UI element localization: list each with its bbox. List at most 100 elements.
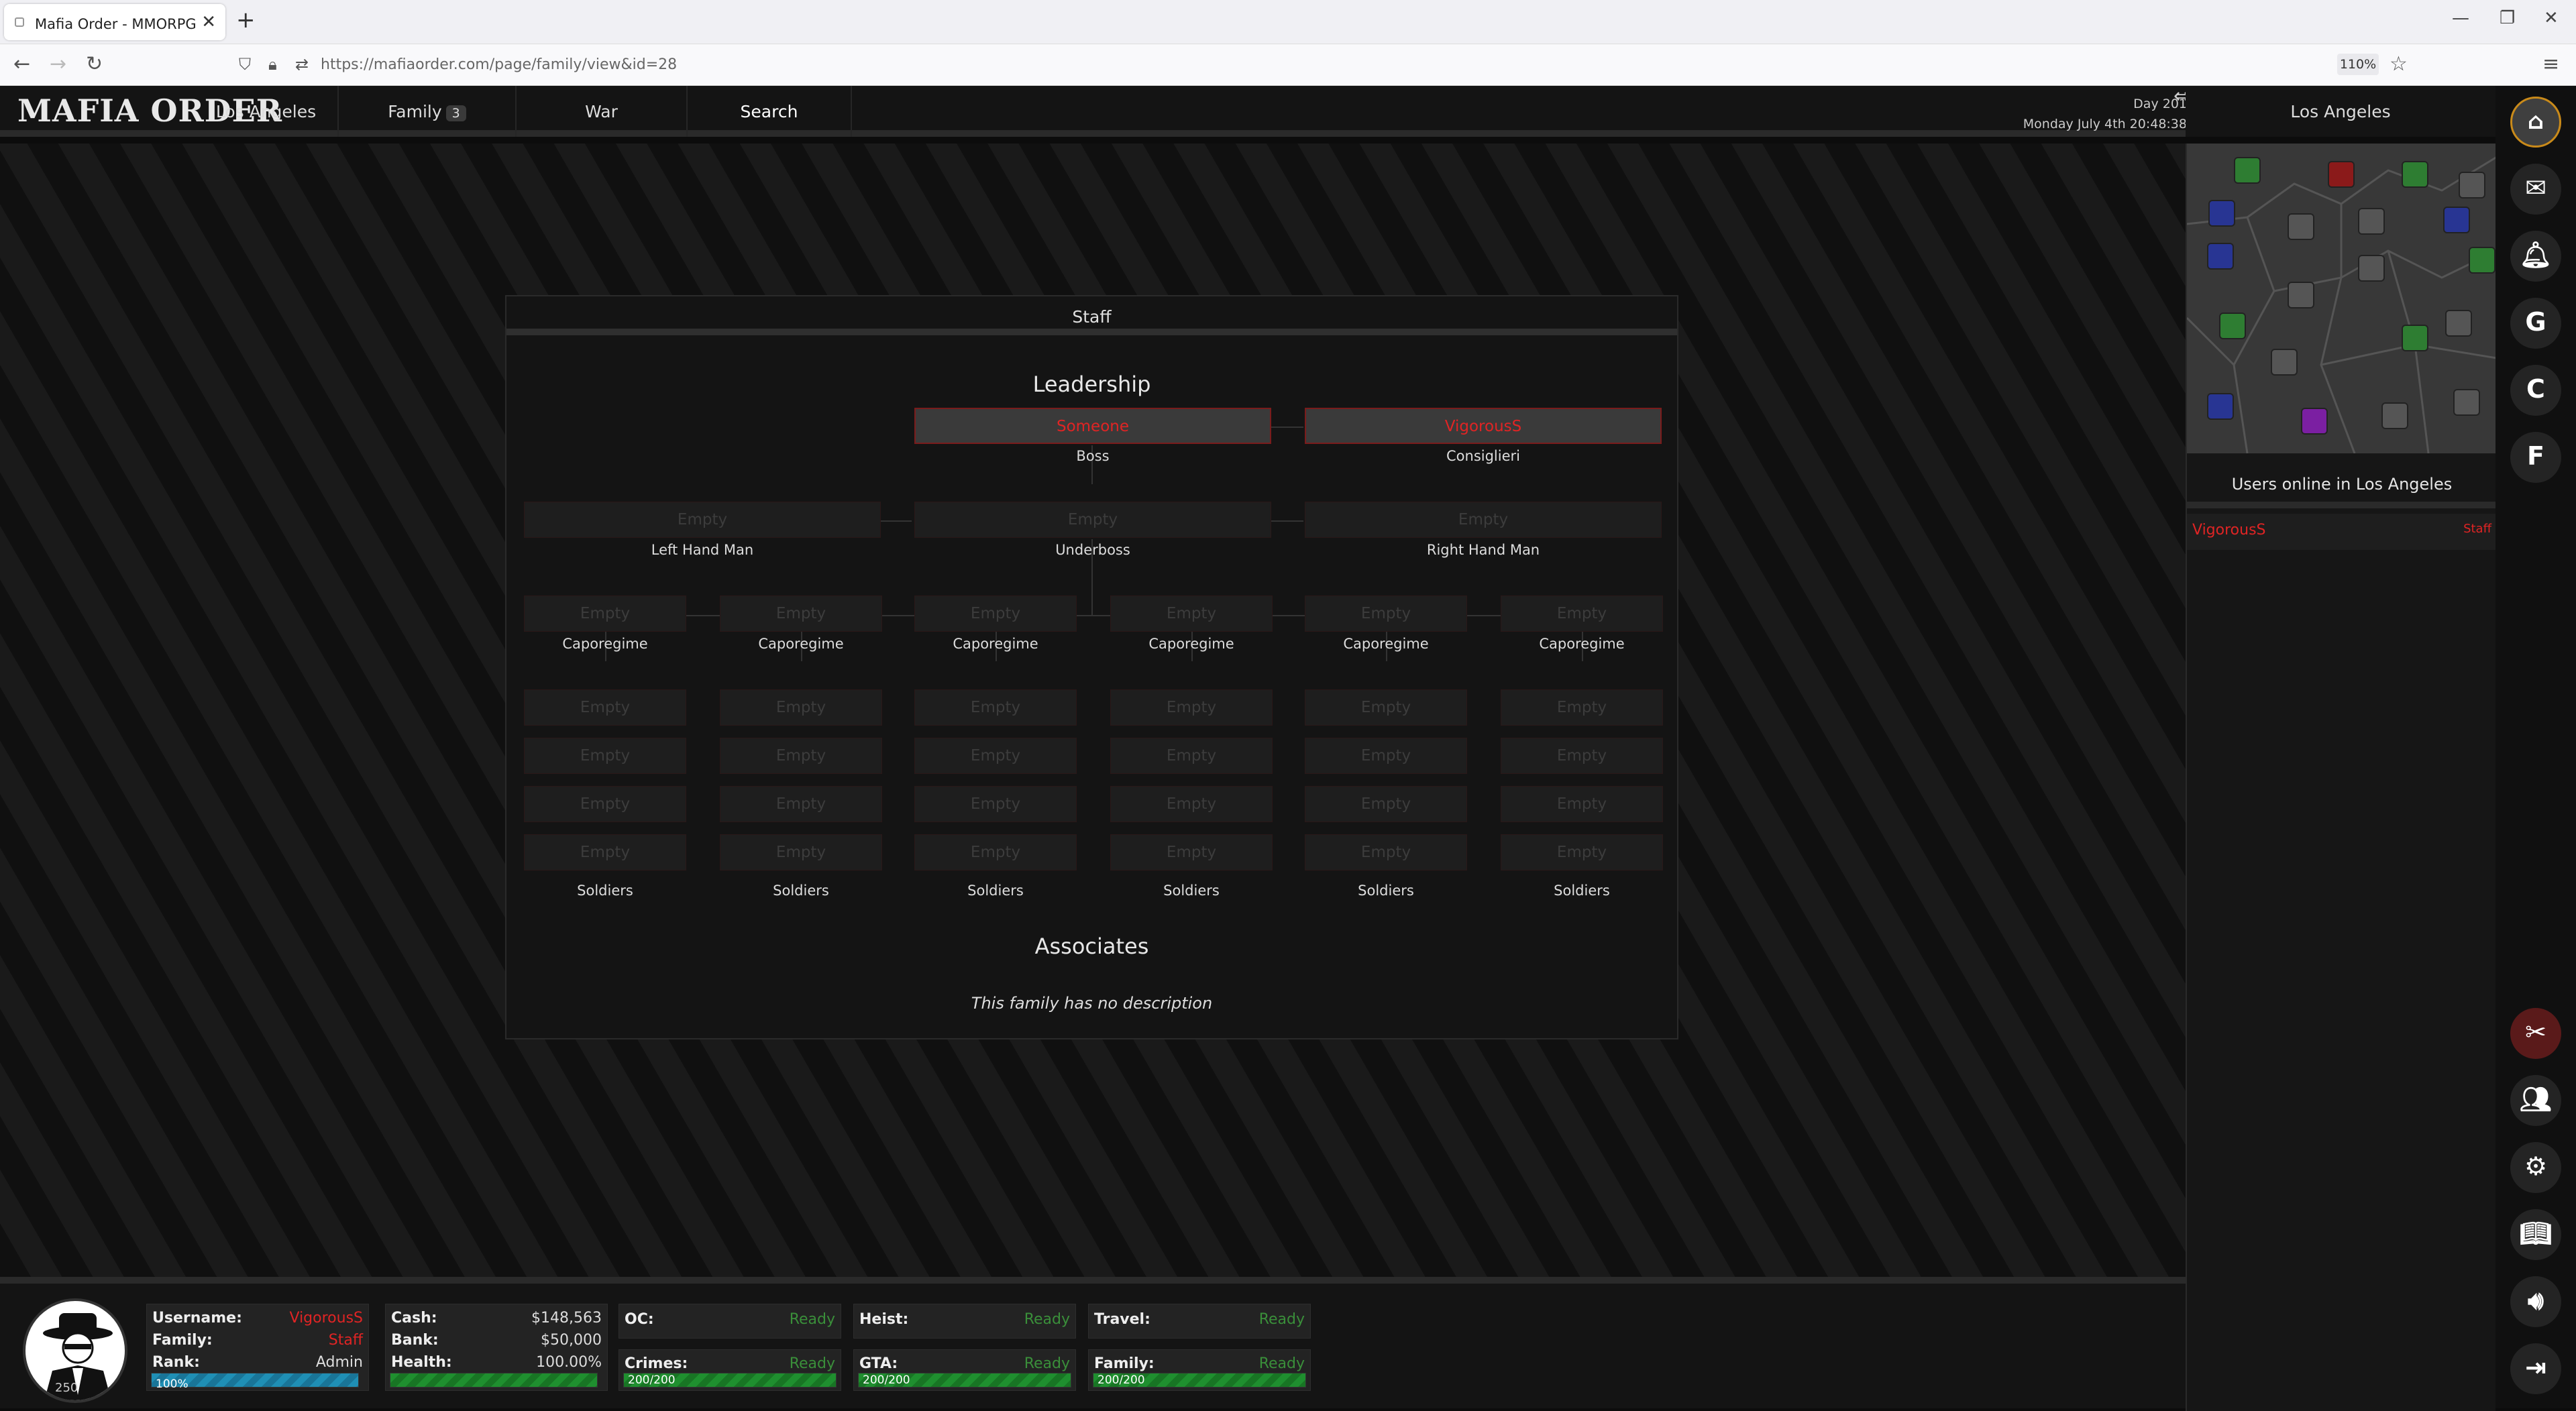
book-icon[interactable]: 📖︎ [2510,1209,2561,1260]
map-location-icon[interactable] [2445,310,2472,337]
soldier-slot: Empty [524,786,686,822]
browser-tab-bar: Mafia Order - MMORPG ✕ + — ❐ ✕ [0,0,2576,44]
heist-label: Heist: [859,1311,909,1328]
browser-nav-bar: ← → ↻ ⛉ 🔒︎ ⇄ https://mafiaorder.com/page… [0,44,2576,86]
map-location-icon[interactable] [2402,161,2428,188]
soldiers-role: Soldiers [1358,883,1414,899]
map-location-icon[interactable] [2207,243,2234,270]
username-value[interactable]: VigorousS [290,1307,364,1329]
map-location-icon[interactable] [2381,402,2408,429]
nav-search[interactable]: Search [688,86,852,137]
soldier-slot: Empty [1305,786,1467,822]
bank-value: $50,000 [541,1332,602,1349]
map-location-icon[interactable] [2328,161,2355,188]
permissions-icon[interactable]: ⇄ [295,55,309,74]
map-location-icon[interactable] [2358,255,2385,282]
map-location-icon[interactable] [2288,282,2314,308]
forward-icon[interactable]: → [50,52,66,76]
close-window-icon[interactable]: ✕ [2544,8,2559,28]
city-map-icon[interactable]: ⌂ [2510,97,2561,148]
c-icon[interactable]: C [2510,365,2561,416]
soldier-slot: Empty [1110,689,1273,726]
logout-icon[interactable]: ⇥ [2510,1343,2561,1394]
online-user-row[interactable]: VigorousS Staff [2187,514,2497,550]
map-location-icon[interactable] [2234,157,2261,184]
nav-war[interactable]: War [517,86,688,137]
speaker-icon[interactable]: 🔊︎ [2510,1276,2561,1327]
online-user-rank: Staff [2463,522,2491,536]
health-label: Health: [391,1354,452,1371]
soldier-slot: Empty [1305,689,1467,726]
map-location-icon[interactable] [2288,213,2314,240]
nav-los-angeles[interactable]: Los Angeles [195,86,339,137]
map-location-icon[interactable] [2208,200,2235,227]
online-user-name[interactable]: VigorousS [2192,522,2266,539]
users-online-title: Users online in Los Angeles [2187,460,2497,508]
family-timer[interactable]: Family: Ready 200/200 [1088,1349,1311,1391]
map-location-icon[interactable] [2358,208,2385,235]
cash-label: Cash: [391,1310,437,1327]
map-location-icon[interactable] [2469,247,2496,274]
rank-label: Rank: [152,1354,200,1371]
g-icon[interactable]: G [2510,298,2561,349]
soldier-slot: Empty [914,738,1077,774]
users-icon[interactable]: 👥︎ [2510,1075,2561,1126]
boss-name[interactable]: Someone [914,408,1271,444]
mail-icon[interactable]: ✉ [2510,164,2561,215]
family-timer-label: Family: [1094,1355,1155,1372]
caporegime-role: Caporegime [1148,636,1234,652]
travel-timer[interactable]: Travel: Ready [1088,1304,1311,1339]
soldier-slot: Empty [524,834,686,870]
url-bar[interactable]: https://mafiaorder.com/page/family/view&… [321,56,677,73]
f-icon[interactable]: F [2510,432,2561,483]
soldier-slot: Empty [1305,834,1467,870]
right-sidebar: Users online in Los Angeles VigorousS St… [2186,144,2497,1411]
caporegime-slot: Empty [1305,596,1467,632]
bookmark-star-icon[interactable]: ☆ [2390,52,2408,76]
gear-icon[interactable]: ⚙ [2510,1142,2561,1193]
map-location-icon[interactable] [2271,349,2298,376]
health-bar [390,1373,598,1388]
map-location-icon[interactable] [2402,325,2428,351]
heist-timer[interactable]: Heist: Ready [853,1304,1076,1339]
consigliere-name[interactable]: VigorousS [1305,408,1662,444]
nav-label: Search [740,102,798,121]
map-location-icon[interactable] [2219,313,2246,339]
shield-icon[interactable]: ⛉ [239,55,251,74]
gta-status: Ready [1024,1355,1070,1372]
sidebar-city-title: Los Angeles [2186,86,2496,137]
lock-icon[interactable]: 🔒︎ [268,55,277,74]
back-icon[interactable]: ← [13,52,30,76]
oc-timer[interactable]: OC: Ready [619,1304,841,1339]
admin-tools-icon[interactable]: ✂ [2510,1008,2561,1059]
map-location-icon[interactable] [2453,389,2480,416]
gta-timer[interactable]: GTA: Ready 200/200 [853,1349,1076,1391]
browser-tab[interactable]: Mafia Order - MMORPG ✕ [4,4,225,40]
menu-icon[interactable]: ≡ [2542,52,2559,76]
nav-label: War [585,102,618,121]
favicon-icon [15,17,24,27]
new-tab-icon[interactable]: + [236,7,256,34]
bell-icon[interactable]: 🔔︎ [2510,231,2561,282]
restore-icon[interactable]: ❐ [2500,8,2515,28]
nav-family[interactable]: Family 3 [339,86,517,137]
family-value[interactable]: Staff [329,1329,363,1351]
crimes-bar-label: 200/200 [628,1373,676,1387]
soldier-slot: Empty [720,786,882,822]
map-location-icon[interactable] [2443,207,2470,233]
reload-icon[interactable]: ↻ [86,52,103,76]
map-location-icon[interactable] [2207,393,2234,420]
minimize-icon[interactable]: — [2452,8,2469,28]
family-timer-status: Ready [1258,1355,1305,1372]
map-location-icon[interactable] [2459,172,2485,199]
underboss-slot: Empty [914,502,1271,538]
oc-label: OC: [625,1311,654,1328]
map-location-icon[interactable] [2301,408,2328,435]
close-tab-icon[interactable]: ✕ [201,12,216,32]
crimes-timer[interactable]: Crimes: Ready 200/200 [619,1349,841,1391]
soldier-slot: Empty [524,738,686,774]
caporegime-slot: Empty [720,596,882,632]
underboss-role: Underboss [1055,542,1130,558]
city-map[interactable] [2187,144,2497,453]
zoom-level[interactable]: 110% [2337,54,2379,75]
